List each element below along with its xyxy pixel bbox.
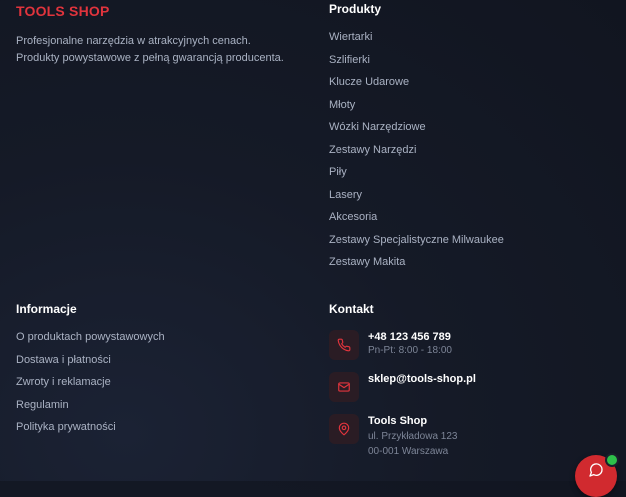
products-link-klucze-udarowe[interactable]: Klucze Udarowe	[329, 71, 504, 94]
contact-email-address[interactable]: sklep@tools-shop.pl	[368, 373, 476, 385]
products-link-akcesoria[interactable]: Akcesoria	[329, 206, 504, 229]
products-link-pily[interactable]: Piły	[329, 161, 504, 184]
info-list: O produktach powystawowych Dostawa i pła…	[16, 326, 165, 439]
brand-description-line-1: Profesjonalne narzędzia w atrakcyjnych c…	[16, 35, 251, 47]
products-link-zestawy-narzedzi[interactable]: Zestawy Narzędzi	[329, 139, 504, 162]
products-link-zestawy-milwaukee[interactable]: Zestawy Specjalistyczne Milwaukee	[329, 229, 504, 252]
products-link-mloty[interactable]: Młoty	[329, 94, 504, 117]
info-link-zwroty[interactable]: Zwroty i reklamacje	[16, 371, 165, 394]
info-link-o-produktach[interactable]: O produktach powystawowych	[16, 326, 165, 349]
brand-description-line-2: Produkty powystawowe z pełną gwarancją p…	[16, 52, 284, 64]
phone-icon	[329, 330, 359, 360]
brand-description: Profesjonalne narzędzia w atrakcyjnych c…	[16, 33, 306, 67]
map-pin-icon	[329, 414, 359, 444]
contact-heading: Kontakt	[329, 302, 374, 316]
products-heading: Produkty	[329, 2, 382, 16]
brand-title: TOOLS SHOP	[16, 3, 110, 19]
products-list: Wiertarki Szlifierki Klucze Udarowe Młot…	[329, 26, 504, 274]
chat-bubble-icon	[589, 463, 603, 477]
contact-hours: Pn-Pt: 8:00 - 18:00	[368, 345, 452, 356]
products-link-zestawy-makita[interactable]: Zestawy Makita	[329, 251, 504, 274]
info-heading: Informacje	[16, 302, 77, 316]
products-link-wiertarki[interactable]: Wiertarki	[329, 26, 504, 49]
info-link-dostawa[interactable]: Dostawa i płatności	[16, 349, 165, 372]
info-link-polityka[interactable]: Polityka prywatności	[16, 416, 165, 439]
products-link-wozki-narzedziowe[interactable]: Wózki Narzędziowe	[329, 116, 504, 139]
info-link-regulamin[interactable]: Regulamin	[16, 394, 165, 417]
contact-city: 00-001 Warszawa	[368, 446, 449, 457]
contact-street: ul. Przykładowa 123	[368, 431, 458, 442]
products-link-lasery[interactable]: Lasery	[329, 184, 504, 207]
products-link-szlifierki[interactable]: Szlifierki	[329, 49, 504, 72]
mail-icon	[329, 372, 359, 402]
contact-company: Tools Shop	[368, 415, 428, 427]
contact-phone-number[interactable]: +48 123 456 789	[368, 331, 451, 343]
online-status-dot	[605, 453, 619, 467]
